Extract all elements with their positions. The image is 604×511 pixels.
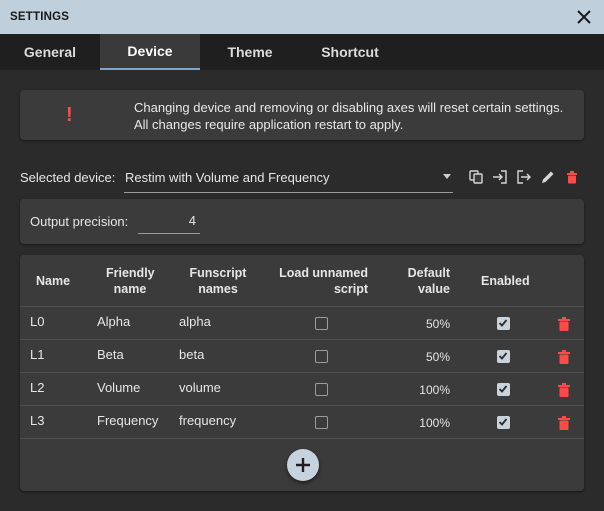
load-unnamed-checkbox[interactable] xyxy=(315,383,328,396)
table-row: L1 Beta beta 50% xyxy=(20,340,584,373)
axis-name: L1 xyxy=(30,347,45,362)
axis-friendly-name[interactable]: Volume xyxy=(97,380,140,395)
header-default-line1: Default xyxy=(407,266,450,280)
device-select-value: Restim with Volume and Frequency xyxy=(125,170,330,185)
axis-default-value[interactable]: 50% xyxy=(400,350,450,364)
plus-icon xyxy=(296,458,310,472)
axis-friendly-name[interactable]: Beta xyxy=(97,347,124,362)
tab-device[interactable]: Device xyxy=(100,34,200,70)
checkmark-icon xyxy=(498,418,508,426)
axis-funscript-name[interactable]: volume xyxy=(179,380,221,395)
header-friendly-name: Friendly name xyxy=(106,265,155,297)
tab-bar: General Device Theme Shortcut xyxy=(0,34,604,70)
header-name: Name xyxy=(36,274,71,288)
load-unnamed-checkbox[interactable] xyxy=(315,317,328,330)
header-default-value: Default value xyxy=(394,265,450,297)
axis-friendly-name[interactable]: Frequency xyxy=(97,413,158,428)
warning-line-1: Changing device and removing or disablin… xyxy=(134,100,564,115)
axis-default-value[interactable]: 100% xyxy=(400,383,450,397)
exclamation-icon: ! xyxy=(66,104,73,126)
enabled-checkbox[interactable] xyxy=(497,383,510,396)
enabled-checkbox[interactable] xyxy=(497,350,510,363)
table-row: L0 Alpha alpha 50% xyxy=(20,307,584,340)
delete-axis-icon[interactable] xyxy=(558,416,570,430)
precision-panel: Output precision: 4 xyxy=(20,199,584,244)
enabled-checkbox[interactable] xyxy=(497,416,510,429)
header-funscript-line2: names xyxy=(198,282,238,296)
delete-axis-icon[interactable] xyxy=(558,350,570,364)
copy-icon[interactable] xyxy=(468,169,484,185)
axis-funscript-name[interactable]: alpha xyxy=(179,314,211,329)
window-title: SETTINGS xyxy=(10,11,70,23)
device-row: Selected device: Restim with Volume and … xyxy=(20,160,584,194)
axis-name: L0 xyxy=(30,314,45,329)
output-precision-input[interactable]: 4 xyxy=(138,209,200,234)
axes-table: Name Friendly name Funscript names Load … xyxy=(20,255,584,491)
header-funscript-line1: Funscript xyxy=(189,266,247,280)
window-titlebar: SETTINGS xyxy=(0,0,604,34)
header-load-unnamed-script: Load unnamed script xyxy=(274,265,368,297)
load-unnamed-checkbox[interactable] xyxy=(315,350,328,363)
tab-theme[interactable]: Theme xyxy=(200,34,300,70)
close-icon xyxy=(577,10,591,24)
axis-default-value[interactable]: 50% xyxy=(400,317,450,331)
header-load-line1: Load unnamed xyxy=(279,266,368,280)
checkmark-icon xyxy=(498,352,508,360)
close-button[interactable] xyxy=(572,5,596,29)
load-unnamed-checkbox[interactable] xyxy=(315,416,328,429)
warning-panel: ! Changing device and removing or disabl… xyxy=(20,90,584,140)
delete-icon[interactable] xyxy=(564,169,580,185)
output-precision-label: Output precision: xyxy=(30,214,129,229)
axis-default-value[interactable]: 100% xyxy=(400,416,450,430)
warning-line-2: All changes require application restart … xyxy=(134,117,404,132)
axis-name: L3 xyxy=(30,413,45,428)
enabled-checkbox[interactable] xyxy=(497,317,510,330)
import-icon[interactable] xyxy=(492,169,508,185)
header-load-line2: script xyxy=(333,282,368,296)
header-friendly-line2: name xyxy=(113,282,147,296)
axis-funscript-name[interactable]: beta xyxy=(179,347,204,362)
checkmark-icon xyxy=(498,385,508,393)
export-icon[interactable] xyxy=(516,169,532,185)
edit-icon[interactable] xyxy=(540,169,556,185)
table-row: L2 Volume volume 100% xyxy=(20,373,584,406)
table-row: L3 Frequency frequency 100% xyxy=(20,406,584,439)
delete-axis-icon[interactable] xyxy=(558,317,570,331)
axis-funscript-name[interactable]: frequency xyxy=(179,413,236,428)
header-funscript-names: Funscript names xyxy=(188,265,248,297)
tab-shortcut[interactable]: Shortcut xyxy=(300,34,400,70)
tab-general[interactable]: General xyxy=(0,34,100,70)
chevron-down-icon xyxy=(443,174,451,179)
header-default-line2: value xyxy=(418,282,450,296)
checkmark-icon xyxy=(498,319,508,327)
device-select[interactable]: Restim with Volume and Frequency xyxy=(124,160,453,193)
header-enabled: Enabled xyxy=(481,274,530,288)
axis-name: L2 xyxy=(30,380,45,395)
axis-friendly-name[interactable]: Alpha xyxy=(97,314,130,329)
selected-device-label: Selected device: xyxy=(20,170,116,185)
delete-axis-icon[interactable] xyxy=(558,383,570,397)
add-axis-button[interactable] xyxy=(287,449,319,481)
header-friendly-line1: Friendly xyxy=(106,266,155,280)
